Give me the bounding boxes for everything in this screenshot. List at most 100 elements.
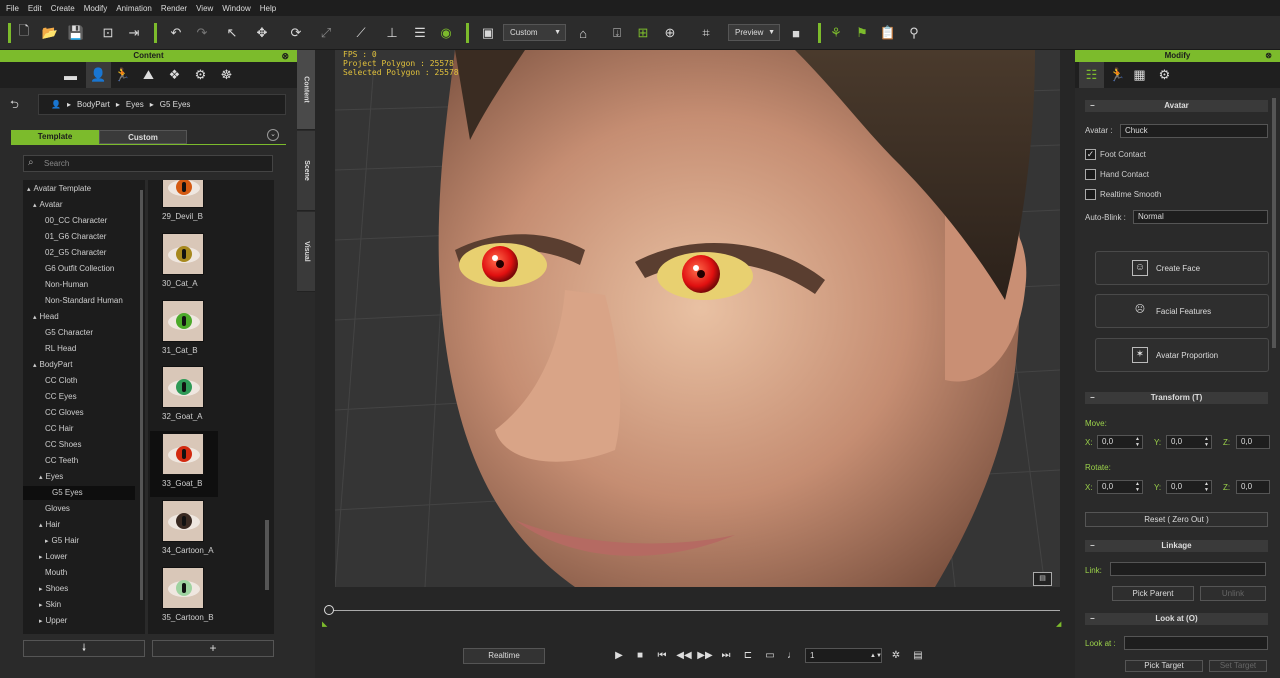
tree-node[interactable]: G6 Outfit Collection [23,262,135,276]
undo-icon[interactable]: ↶ [166,16,186,50]
breadcrumb-item[interactable]: BodyPart [77,100,110,109]
menu-help[interactable]: Help [260,4,276,13]
modify-scrollbar[interactable] [1272,98,1276,348]
scene-image-icon[interactable]: ⛰ [136,62,161,88]
tree-node[interactable]: Non-Standard Human [23,294,135,308]
eye-thumbnail[interactable] [162,500,204,542]
menu-view[interactable]: View [196,4,213,13]
tree-node[interactable]: G5 Character [23,326,135,340]
tree-node[interactable]: CC Gloves [23,406,135,420]
media-reel-icon[interactable]: ⚙ [188,62,213,88]
move-x-input[interactable]: 0,0 ▲ ▼ [1097,435,1143,449]
facial-features-button[interactable]: ☹ Facial Features [1095,294,1269,328]
rotate-x-input[interactable]: 0,0 ▲ ▼ [1097,480,1143,494]
add-button[interactable]: + [152,640,274,657]
tree-node[interactable]: CC Teeth [23,454,135,468]
tree-node[interactable]: ▴ BodyPart [23,358,135,372]
timeline-track[interactable] [329,610,1060,611]
realtime-smooth-checkbox[interactable] [1085,189,1096,200]
realtime-button[interactable]: Realtime [463,648,545,664]
move-icon[interactable]: ✥ [250,16,274,50]
stepper-icon[interactable]: ▲ ▼ [1135,481,1140,493]
set-target-button[interactable]: Set Target [1209,660,1267,672]
close-icon[interactable]: ⊗ [1265,50,1272,62]
settings-sun-icon[interactable]: ✲ [888,648,904,664]
next-frame-icon[interactable]: ▶▶ [697,648,713,664]
align-icon[interactable]: ⊥ [382,16,402,50]
first-frame-icon[interactable]: ⏮ [654,648,670,664]
motion-runner-icon[interactable]: 🏃 [110,62,135,88]
eye-thumbnail[interactable] [162,180,204,208]
lookat-field[interactable] [1124,636,1268,650]
save-icon[interactable]: 💾 [66,16,86,50]
tree-node[interactable]: G5 Eyes [23,486,135,500]
open-folder-icon[interactable]: 📂 [40,16,60,50]
section-transform-header[interactable]: − Transform (T) [1085,392,1268,404]
tree-node[interactable]: CC Eyes [23,390,135,404]
section-avatar-header[interactable]: − Avatar [1085,100,1268,112]
create-face-button[interactable]: ☺ Create Face [1095,251,1269,285]
snap-icon[interactable]: ⟋ [350,16,372,50]
tree-node[interactable]: 02_G5 Character [23,246,135,260]
tree-node[interactable]: 00_CC Character [23,214,135,228]
gear-icon[interactable]: ⚙ [1152,62,1177,88]
tree-node[interactable]: CC Shoes [23,438,135,452]
section-lookat-header[interactable]: − Look at (O) [1085,613,1268,625]
loop-icon[interactable]: ⊏ [740,648,756,664]
select-arrow-icon[interactable]: ↖ [222,16,242,50]
grid-toggle-icon[interactable]: ⊞ [633,16,653,50]
menu-modify[interactable]: Modify [84,4,108,13]
tree-node[interactable]: ▸ Upper [23,614,135,628]
video-camera-icon[interactable]: ■ [786,16,806,50]
chevron-down-icon[interactable]: ▴ [39,474,43,481]
chevron-right-icon[interactable]: ▸ [39,618,43,625]
export-icon[interactable]: ⇥ [124,16,144,50]
camera-light-icon[interactable]: ☸ [214,62,239,88]
3d-viewport[interactable] [335,50,1060,587]
tree-node[interactable]: ▴ Eyes [23,470,135,484]
tree-node[interactable]: CC Hair [23,422,135,436]
eye-thumbnail[interactable] [162,233,204,275]
link-field[interactable] [1110,562,1266,576]
chevron-right-icon[interactable]: ▸ [39,602,43,609]
tree-node[interactable]: Non-Human [23,278,135,292]
preview-dropdown[interactable]: Preview ▼ [728,24,780,41]
end-marker-icon[interactable]: ◢ [1056,620,1061,628]
chevron-right-icon[interactable]: ▸ [45,538,49,545]
chat-bubble-icon[interactable]: ▤ [1033,572,1052,586]
menu-animation[interactable]: Animation [116,4,152,13]
move-z-input[interactable]: 0,0 [1236,435,1270,449]
timeline-scrubber[interactable] [324,605,334,615]
hand-contact-checkbox[interactable] [1085,169,1096,180]
scale-icon[interactable]: ⤢ [316,16,336,50]
side-tab-content[interactable]: Content [297,50,315,130]
auto-blink-dropdown[interactable]: Normal [1133,210,1268,224]
eye-thumbnail[interactable] [162,433,204,475]
attribute-sliders-icon[interactable]: ☷ [1079,62,1104,88]
tab-custom[interactable]: Custom [99,130,187,144]
start-marker-icon[interactable]: ◣ [322,620,327,628]
motion-icon[interactable]: ⚘ [826,16,846,50]
stepper-icon[interactable]: ▲ ▼ [1204,481,1209,493]
pick-parent-button[interactable]: Pick Parent [1112,586,1194,601]
thumbnail-scrollbar[interactable] [265,520,269,590]
section-linkage-header[interactable]: − Linkage [1085,540,1268,552]
tree-node[interactable]: 01_G6 Character [23,230,135,244]
menu-render[interactable]: Render [161,4,187,13]
tree-scrollbar[interactable] [140,190,143,600]
chevron-right-icon[interactable]: ▸ [39,586,43,593]
side-tab-visual[interactable]: Visual [297,212,315,292]
music-note-icon[interactable]: ♩ [784,648,800,664]
new-file-icon[interactable]: 🗋 [14,16,34,50]
tree-node[interactable]: CC Cloth [23,374,135,388]
play-icon[interactable]: ▶ [611,648,627,664]
foot-contact-checkbox[interactable]: ✓ [1085,149,1096,160]
tab-template[interactable]: Template [11,130,99,144]
unlink-button[interactable]: Unlink [1200,586,1266,601]
chevron-down-icon[interactable]: ▴ [39,522,43,529]
import-icon[interactable]: ⊡ [98,16,118,50]
frame-stepper-icon[interactable]: ▲▼ [870,648,882,664]
eye-thumbnail[interactable] [162,567,204,609]
camera-view-dropdown[interactable]: Custom ▼ [503,24,566,41]
flag-icon[interactable]: ⚑ [852,16,872,50]
